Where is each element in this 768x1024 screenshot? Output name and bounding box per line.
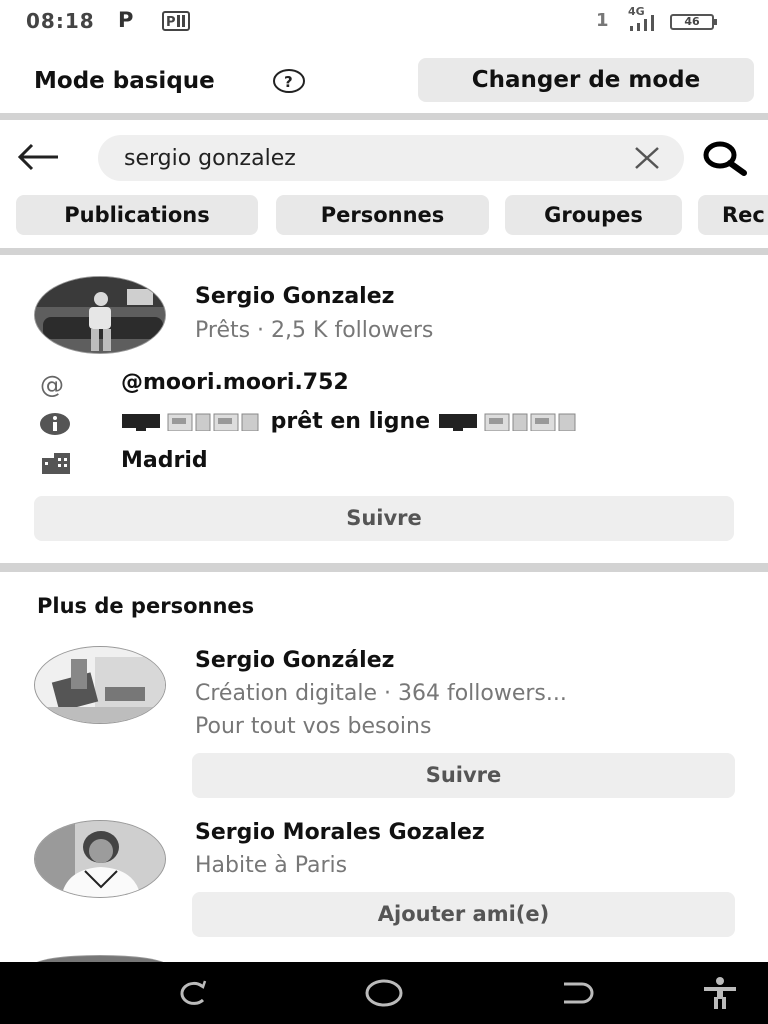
result-name[interactable]: Sergio Gonzalez <box>195 284 394 309</box>
divider <box>0 563 768 572</box>
list-item[interactable]: Sergio Morales Gozalez Habite à Paris Aj… <box>0 812 768 942</box>
result-subtitle: Prêts · 2,5 K followers <box>195 318 434 343</box>
close-icon[interactable] <box>632 146 662 170</box>
emoji-icons <box>438 413 576 431</box>
svg-text:?: ? <box>284 73 293 91</box>
person-description: Pour tout vos besoins <box>195 714 432 739</box>
list-item[interactable]: Sergio González Création digitale · 364 … <box>0 636 768 806</box>
bio-text: prêt en ligne <box>270 409 431 434</box>
battery-icon: 46 <box>670 14 717 30</box>
tab-publications[interactable]: Publications <box>16 195 258 235</box>
mode-title: Mode basique <box>34 68 215 94</box>
add-friend-button[interactable]: Ajouter ami(e) <box>192 892 735 937</box>
status-indicators: 1 4G 46 <box>596 5 746 34</box>
at-icon: @ <box>40 372 64 398</box>
person-subtitle: Création digitale · 364 followers... <box>195 681 567 706</box>
info-row-username: @ @moori.moori.752 <box>0 368 768 402</box>
filter-tabs: Publications Personnes Groupes Rec <box>0 195 768 237</box>
avatar[interactable] <box>34 820 166 898</box>
tab-personnes[interactable]: Personnes <box>276 195 489 235</box>
avatar[interactable] <box>34 276 166 354</box>
parking-lot-notification-icon: P <box>162 11 190 31</box>
tab-groupes[interactable]: Groupes <box>505 195 682 235</box>
follow-button[interactable]: Suivre <box>192 753 735 798</box>
signal-bars-icon <box>630 15 654 31</box>
location: Madrid <box>121 448 208 473</box>
parking-notification-icon: P <box>118 8 134 32</box>
arrow-left-icon[interactable] <box>16 142 62 172</box>
avatar-photo <box>35 277 165 353</box>
avatar[interactable] <box>34 646 166 724</box>
system-nav-bar <box>0 962 768 1024</box>
emoji-icons <box>122 413 259 431</box>
avatar-photo <box>35 647 165 723</box>
section-title: Plus de personnes <box>37 594 255 618</box>
accessibility-icon[interactable] <box>700 976 740 1010</box>
status-time: 08:18 <box>26 9 95 33</box>
signal-prefix: 1 <box>596 10 609 31</box>
back-nav-icon[interactable] <box>556 976 596 1010</box>
svg-text:P: P <box>166 15 176 30</box>
change-mode-button[interactable]: Changer de mode <box>418 58 754 102</box>
info-icon <box>40 413 70 435</box>
building-icon <box>42 453 70 474</box>
home-icon[interactable] <box>364 976 404 1010</box>
person-name[interactable]: Sergio Morales Gozalez <box>195 820 485 845</box>
person-subtitle: Habite à Paris <box>195 853 348 878</box>
mode-bar: Mode basique ? Changer de mode <box>0 50 768 112</box>
divider <box>0 113 768 120</box>
bio: prêt en ligne <box>121 409 580 434</box>
status-bar: 08:18 P P 1 4G 46 <box>0 0 768 44</box>
info-row-bio: prêt en ligne <box>0 407 768 441</box>
follow-button[interactable]: Suivre <box>34 496 734 541</box>
svg-text:@: @ <box>40 372 64 398</box>
search-field[interactable] <box>98 135 684 181</box>
info-row-location: Madrid <box>0 446 768 480</box>
tab-rec[interactable]: Rec <box>698 195 768 235</box>
top-result-card[interactable]: Sergio Gonzalez Prêts · 2,5 K followers … <box>0 256 768 562</box>
search-bar <box>0 122 768 192</box>
recent-apps-icon[interactable] <box>172 976 212 1010</box>
person-name[interactable]: Sergio González <box>195 648 394 673</box>
username: @moori.moori.752 <box>121 370 349 395</box>
search-input[interactable] <box>124 135 604 181</box>
search-icon[interactable] <box>700 139 748 177</box>
avatar-photo <box>35 821 165 897</box>
question-circle-icon[interactable]: ? <box>272 68 306 94</box>
divider <box>0 248 768 255</box>
